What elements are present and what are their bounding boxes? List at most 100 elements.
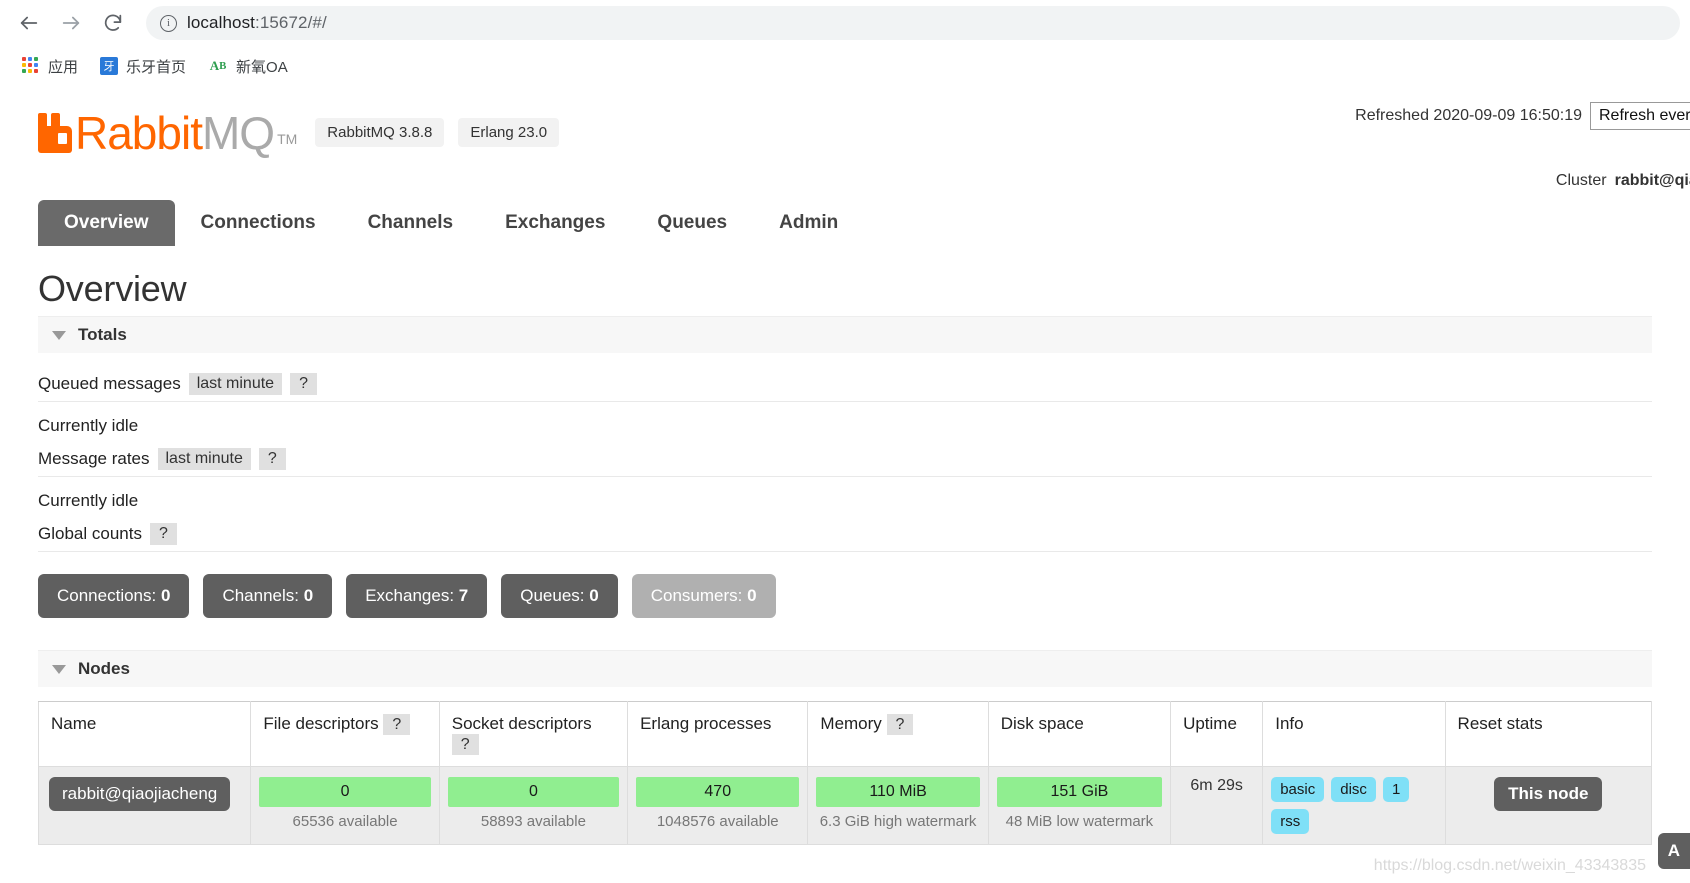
image-watermark: https://blog.csdn.net/weixin_43343835 [1373,857,1646,874]
info-badge-rss[interactable]: rss [1271,809,1310,834]
refreshed-timestamp: Refreshed 2020-09-09 16:50:19 [1355,107,1582,124]
nodes-table: Name File descriptors ? Socket descripto… [37,701,1653,845]
bookmark-apps[interactable]: 应用 [14,52,86,81]
column-header-reset-stats[interactable]: Reset stats [1444,701,1653,767]
reset-stats-this-node-button[interactable]: This node [1494,777,1603,811]
tab-connections[interactable]: Connections [175,200,342,246]
cluster-name: rabbit@qiaojiacheng.AD [1614,172,1690,189]
queued-messages-period-chip[interactable]: last minute [188,373,283,395]
count-label: Consumers: [650,586,743,605]
file-descriptors-bar: 0 [259,777,431,807]
rabbitmq-version-badge: RabbitMQ 3.8.8 [315,118,445,147]
message-rates-period-chip[interactable]: last minute [157,448,251,470]
count-button-channels[interactable]: Channels: 0 [203,574,333,618]
tab-admin[interactable]: Admin [753,200,864,246]
info-badge-disc[interactable]: disc [1331,777,1376,802]
logo-text-rabbit: Rabbit [75,107,203,159]
totals-section-header[interactable]: Totals [38,316,1652,353]
nodes-section: Nodes Name File descriptors ? Socket des… [37,650,1653,845]
message-rates-block: Message rates last minute ? Currently id… [38,442,1652,517]
cell-socket-descriptors: 0 58893 available [438,766,629,845]
socket-descriptors-available: 58893 available [480,813,586,830]
socket-descriptors-help-icon[interactable]: ? [451,734,479,755]
nodes-section-header[interactable]: Nodes [38,650,1652,687]
queued-messages-label-row: Queued messages last minute ? [38,373,1652,402]
cell-info: basic disc 1 rss [1262,766,1446,845]
count-button-connections[interactable]: Connections: 0 [38,574,190,618]
disk-space-watermark: 48 MiB low watermark [1005,813,1154,830]
global-counts-label: Global counts [38,524,142,543]
column-header-name[interactable]: Name [37,701,252,767]
apps-grid-icon [22,57,40,75]
count-button-exchanges[interactable]: Exchanges: 7 [346,574,488,618]
refresh-row: Refreshed 2020-09-09 16:50:19 Refresh ev… [1180,102,1690,130]
queued-messages-block: Queued messages last minute ? Currently … [38,353,1652,442]
count-value: 0 [303,586,314,605]
chevron-down-icon[interactable] [52,330,66,340]
count-button-consumers: Consumers: 0 [631,574,776,618]
count-label: Queues: [520,586,585,605]
main-content: Overview Totals Queued messages last min… [0,268,1690,845]
reload-icon[interactable] [94,4,132,42]
totals-section-label: Totals [78,325,127,344]
rabbit-logo-icon [38,113,72,153]
chevron-down-icon[interactable] [52,664,66,674]
info-badge-basic[interactable]: basic [1271,777,1325,802]
vhost-row: Virtual host [1180,142,1690,160]
bookmark-label: 新氧OA [236,58,288,76]
file-descriptors-available: 65536 available [292,813,398,830]
bookmark-favicon-ab-icon: AB [209,58,227,73]
cell-file-descriptors: 0 65536 available [250,766,440,845]
user-row: User [1180,202,1690,220]
message-rates-help-icon[interactable]: ? [258,448,286,470]
header-status-panel: Refreshed 2020-09-09 16:50:19 Refresh ev… [1180,102,1690,232]
bookmark-favicon-blue-icon: 牙 [100,57,119,75]
refresh-interval-select[interactable]: Refresh every 5 seconds [1590,102,1690,130]
rabbitmq-logo[interactable]: Rabbit MQ TM [38,110,297,156]
file-descriptors-help-icon[interactable]: ? [383,714,411,735]
column-header-uptime[interactable]: Uptime [1170,701,1264,767]
bookmarks-bar: 应用 牙 乐牙首页 AB 新氧OA [0,46,1690,86]
bookmark-leya[interactable]: 牙 乐牙首页 [92,52,194,81]
info-badge-count[interactable]: 1 [1382,777,1410,802]
count-button-queues[interactable]: Queues: 0 [501,574,618,618]
global-counts-label-row: Global counts ? [38,523,1652,552]
column-header-file-descriptors[interactable]: File descriptors ? [250,701,440,767]
column-header-socket-descriptors[interactable]: Socket descriptors ? [438,701,629,767]
message-rates-label-row: Message rates last minute ? [38,448,1652,477]
count-value: 7 [458,586,469,605]
global-counts-help-icon[interactable]: ? [149,523,177,545]
count-label: Exchanges: [365,586,455,605]
cell-node-name: rabbit@qiaojiacheng [37,766,252,845]
column-header-info[interactable]: Info [1262,701,1446,767]
corner-floating-button[interactable]: A [1657,833,1690,869]
count-value: 0 [747,586,757,605]
tab-overview[interactable]: Overview [38,200,175,246]
tab-exchanges[interactable]: Exchanges [479,200,631,246]
memory-help-icon[interactable]: ? [886,714,914,735]
brand-block: Rabbit MQ TM RabbitMQ 3.8.8 Erlang 23.0 [38,110,560,156]
site-info-icon[interactable]: i [160,14,177,32]
column-header-memory[interactable]: Memory ? [807,701,989,767]
info-badge-list: basic disc 1 rss [1271,777,1436,834]
column-header-disk-space[interactable]: Disk space [987,701,1172,767]
forward-icon[interactable] [52,4,90,42]
cluster-row: Cluster rabbit@qiaojiacheng.AD [1180,172,1690,190]
rabbitmq-management-page: Rabbit MQ TM RabbitMQ 3.8.8 Erlang 23.0 … [0,92,1690,883]
address-bar[interactable]: i localhost:15672/#/ [146,6,1680,40]
disk-space-bar: 151 GiB [996,777,1163,807]
column-header-erlang-processes[interactable]: Erlang processes [627,701,809,767]
url-text: localhost:15672/#/ [187,13,327,32]
message-rates-status: Currently idle [38,491,139,510]
bookmark-oa[interactable]: AB 新氧OA [200,52,296,81]
logo-trademark: TM [277,131,298,147]
tab-queues[interactable]: Queues [631,200,753,246]
tab-channels[interactable]: Channels [342,200,480,246]
memory-watermark: 6.3 GiB high watermark [819,813,977,830]
count-label: Connections: [57,586,157,605]
erlang-version-badge: Erlang 23.0 [458,118,560,147]
node-name-badge[interactable]: rabbit@qiaojiacheng [49,777,231,811]
count-value: 0 [160,586,171,605]
back-icon[interactable] [10,4,48,42]
queued-messages-help-icon[interactable]: ? [290,373,317,395]
